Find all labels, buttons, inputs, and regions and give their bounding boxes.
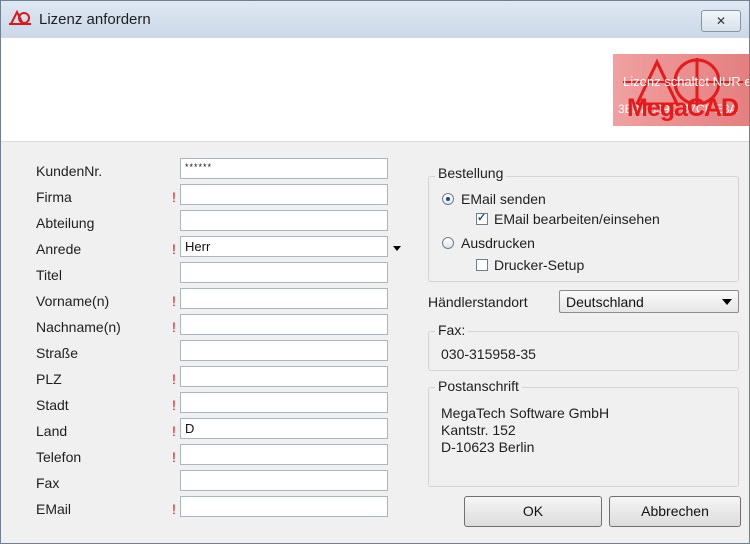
- vorname-input[interactable]: [180, 288, 388, 309]
- stadt-input[interactable]: [180, 392, 388, 413]
- haendlerstandort-label: Händlerstandort: [428, 294, 528, 310]
- window-title: Lizenz anfordern: [39, 11, 151, 28]
- drucker-setup-label[interactable]: Drucker-Setup: [494, 257, 584, 273]
- land-input[interactable]: D: [180, 418, 388, 439]
- abteilung-label: Abteilung: [36, 215, 95, 231]
- firma-required-marker: !: [172, 189, 176, 205]
- email-senden-radio[interactable]: [442, 193, 454, 205]
- title-bar[interactable]: Lizenz anfordern ✕: [1, 1, 749, 38]
- strasse-label: Straße: [36, 345, 79, 361]
- firma-input[interactable]: [180, 184, 388, 205]
- vorname-label: Vorname(n): [36, 293, 110, 309]
- strasse-input[interactable]: [180, 340, 388, 361]
- stadt-label: Stadt: [36, 397, 69, 413]
- chevron-down-icon[interactable]: [393, 246, 401, 251]
- anrede-select[interactable]: Herr: [180, 236, 388, 257]
- fax-input[interactable]: [180, 470, 388, 491]
- drucker-setup-checkbox[interactable]: [476, 259, 488, 271]
- firma-label: Firma: [36, 189, 72, 205]
- brand-name: MegaCAD: [627, 94, 739, 122]
- telefon-label: Telefon: [36, 449, 82, 465]
- fax-label: Fax: [36, 475, 60, 491]
- nachname-label: Nachname(n): [36, 319, 121, 335]
- email-required-marker: !: [172, 501, 176, 517]
- land-label: Land: [36, 423, 68, 439]
- close-button[interactable]: ✕: [701, 10, 741, 32]
- email-senden-label[interactable]: EMail senden: [461, 191, 546, 207]
- nachname-input[interactable]: [180, 314, 388, 335]
- anrede-required-marker: !: [172, 241, 176, 257]
- telefon-input[interactable]: [180, 444, 388, 465]
- address-line-city: D-10623 Berlin: [441, 439, 535, 455]
- haendlerstandort-select[interactable]: Deutschland: [559, 290, 739, 313]
- land-required-marker: !: [172, 423, 176, 439]
- stadt-required-marker: !: [172, 397, 176, 413]
- anrede-label: Anrede: [36, 241, 82, 257]
- abteilung-input[interactable]: [180, 210, 388, 231]
- plz-required-marker: !: [172, 371, 176, 387]
- ausdrucken-radio[interactable]: [442, 237, 454, 249]
- ok-button[interactable]: OK: [464, 496, 602, 527]
- fax-legend: Fax:: [435, 322, 469, 338]
- license-logo: Lizenz schaltet NUR e 3E87 539C B7C8 E3A…: [613, 54, 749, 126]
- haendlerstandort-value: Deutschland: [566, 294, 644, 310]
- address-line-street: Kantstr. 152: [441, 422, 516, 438]
- address-line-company: MegaTech Software GmbH: [441, 405, 610, 421]
- telefon-required-marker: !: [172, 449, 176, 465]
- postanschrift-legend: Postanschrift: [435, 378, 522, 394]
- bestellung-legend: Bestellung: [435, 165, 507, 181]
- email-bearbeiten-label[interactable]: EMail bearbeiten/einsehen: [494, 211, 660, 227]
- license-info-text: Lizenz schaltet NUR e: [623, 74, 749, 89]
- email-label: EMail: [36, 501, 72, 517]
- megacad-logo-icon: [9, 9, 31, 31]
- vorname-required-marker: !: [172, 293, 176, 309]
- plz-label: PLZ: [36, 371, 62, 387]
- email-bearbeiten-checkbox[interactable]: [476, 211, 488, 225]
- titel-input[interactable]: [180, 262, 388, 283]
- header-area: Lizenz schaltet NUR e 3E87 539C B7C8 E3A…: [1, 38, 749, 142]
- chevron-down-icon: [722, 299, 732, 305]
- email-input[interactable]: [180, 496, 388, 517]
- close-icon: ✕: [715, 14, 727, 28]
- kunden-nr-input[interactable]: ******: [180, 158, 388, 179]
- fax-number: 030-315958-35: [441, 346, 536, 362]
- nachname-required-marker: !: [172, 319, 176, 335]
- titel-label: Titel: [36, 267, 62, 283]
- plz-input[interactable]: [180, 366, 388, 387]
- ausdrucken-label[interactable]: Ausdrucken: [461, 235, 535, 251]
- kunden-nr-label: KundenNr.: [36, 163, 103, 179]
- dialog-window: Lizenz anfordern ✕ Lizenz schaltet NUR e…: [0, 0, 750, 544]
- cancel-button[interactable]: Abbrechen: [609, 496, 741, 527]
